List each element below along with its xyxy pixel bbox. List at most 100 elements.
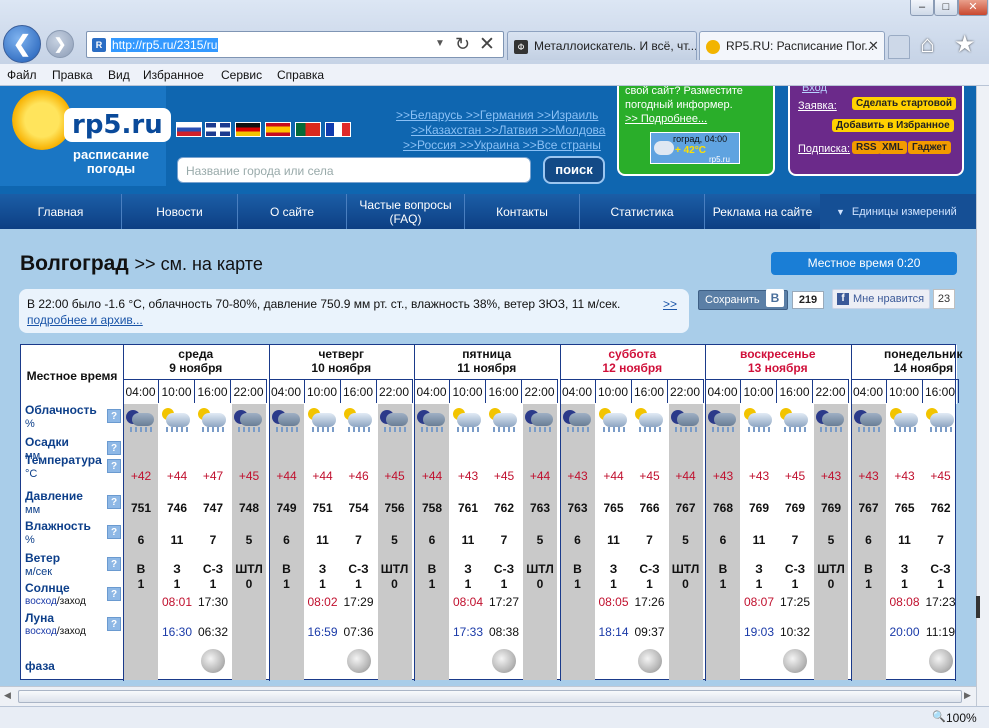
humidity-value: 11 bbox=[170, 533, 184, 547]
nav-statistics[interactable]: Статистика bbox=[580, 194, 705, 229]
close-tab-icon[interactable]: ✕ bbox=[868, 38, 879, 54]
humidity-value: 5 bbox=[245, 533, 253, 547]
help-icon[interactable]: ? bbox=[107, 557, 121, 571]
scroll-left-icon[interactable]: ◀ bbox=[4, 690, 11, 701]
favorites-star-icon[interactable]: ★ bbox=[954, 30, 976, 59]
help-icon[interactable]: ? bbox=[107, 587, 121, 601]
vertical-scrollbar[interactable] bbox=[976, 86, 989, 706]
map-link[interactable]: >> см. на карте bbox=[135, 254, 263, 274]
wind-speed: 1 bbox=[173, 576, 181, 591]
observation-more-arrow[interactable]: >> bbox=[663, 296, 677, 312]
nav-home[interactable]: Главная bbox=[0, 194, 122, 229]
flag-russia-icon[interactable] bbox=[176, 122, 202, 137]
sub-label-rise: восход bbox=[25, 626, 57, 637]
mini-informer[interactable]: гоград, 04:00 + 42°C rp5.ru bbox=[650, 132, 740, 164]
scrollbar-thumb[interactable] bbox=[18, 690, 962, 703]
hour-cell: 10:00 bbox=[741, 379, 777, 403]
moonset-time: 10:32 bbox=[779, 625, 811, 639]
horizontal-scrollbar[interactable]: ◀ ▶ bbox=[0, 686, 976, 706]
refresh-icon[interactable]: ↻ bbox=[455, 34, 470, 55]
rss-button[interactable]: RSS bbox=[852, 141, 881, 154]
nav-faq[interactable]: Частые вопросы (FAQ) bbox=[347, 194, 465, 229]
day-weekday: пятница bbox=[462, 347, 512, 361]
menu-help[interactable]: Справка bbox=[277, 68, 324, 82]
add-favorites-button[interactable]: Добавить в Избранное bbox=[832, 119, 954, 132]
country-links-row-1[interactable]: >>Беларусь >>Германия >>Израиль bbox=[396, 108, 598, 122]
web-page: rp5.ru расписание погоды Название города… bbox=[0, 86, 976, 686]
menu-tools[interactable]: Сервис bbox=[221, 68, 262, 82]
login-link[interactable]: Вход bbox=[802, 86, 827, 94]
rain-lines-icon bbox=[602, 427, 625, 432]
temp-value: +43 bbox=[820, 469, 842, 483]
flag-france-icon[interactable] bbox=[325, 122, 351, 137]
facebook-icon: f bbox=[837, 293, 849, 305]
rain-lines-icon bbox=[566, 427, 589, 432]
menu-favorites[interactable]: Избранное bbox=[143, 68, 204, 82]
help-icon[interactable]: ? bbox=[107, 525, 121, 539]
make-start-page-button[interactable]: Сделать стартовой bbox=[852, 97, 957, 110]
address-bar[interactable]: R http://rp5.ru/2315/ru ▼ ↻ ✕ bbox=[86, 31, 504, 58]
dropdown-icon[interactable]: ▼ bbox=[435, 38, 445, 49]
tab-label: RP5.RU: Расписание Пог... bbox=[726, 39, 875, 53]
home-icon[interactable]: ⌂ bbox=[920, 31, 935, 59]
flag-germany-icon[interactable] bbox=[235, 122, 261, 137]
nav-about[interactable]: О сайте bbox=[238, 194, 347, 229]
search-input[interactable]: Название города или села bbox=[177, 157, 531, 183]
help-icon[interactable]: ? bbox=[107, 441, 121, 455]
nav-news[interactable]: Новости bbox=[122, 194, 238, 229]
flag-portugal-icon[interactable] bbox=[295, 122, 321, 137]
forward-button[interactable]: ❯ bbox=[46, 30, 74, 58]
logo[interactable]: rp5.ru расписание погоды bbox=[0, 86, 171, 186]
help-icon[interactable]: ? bbox=[107, 495, 121, 509]
country-links-row-2[interactable]: >>Казахстан >>Латвия >>Молдова bbox=[411, 123, 605, 137]
moon-phase-icon bbox=[783, 649, 807, 673]
nav-contacts[interactable]: Контакты bbox=[465, 194, 580, 229]
menu-file[interactable]: Файл bbox=[7, 68, 37, 82]
xml-button[interactable]: XML bbox=[878, 141, 908, 154]
row-label-text: фаза bbox=[25, 659, 55, 673]
stop-icon[interactable]: ✕ bbox=[479, 33, 495, 56]
close-window-button[interactable]: ✕ bbox=[958, 0, 988, 16]
wind-speed: 1 bbox=[319, 576, 326, 591]
tab-metal-detector[interactable]: Ф Металлоискатель. И всё, чт... bbox=[507, 31, 697, 60]
hour-cell: 04:00 bbox=[414, 379, 450, 403]
tab-rp5[interactable]: RP5.RU: Расписание Пог... ✕ bbox=[699, 31, 885, 60]
vk-icon[interactable]: B bbox=[766, 289, 784, 307]
address-url[interactable]: http://rp5.ru/2315/ru bbox=[111, 38, 219, 52]
maximize-button[interactable]: □ bbox=[934, 0, 958, 16]
zoom-icon[interactable]: 🔍 bbox=[932, 710, 946, 723]
menu-view[interactable]: Вид bbox=[108, 68, 130, 82]
minimize-button[interactable]: – bbox=[910, 0, 934, 16]
informer-text-2: погодный информер. bbox=[625, 99, 733, 111]
temp-value: +43 bbox=[894, 469, 915, 483]
fb-like-button[interactable]: f Мне нравится bbox=[832, 289, 930, 309]
scrollbar-thumb[interactable] bbox=[976, 596, 980, 618]
help-icon[interactable]: ? bbox=[107, 617, 121, 631]
humidity-value: 6 bbox=[574, 533, 581, 547]
row-label-phase: фаза bbox=[25, 659, 55, 673]
new-tab-button[interactable] bbox=[888, 35, 910, 59]
scroll-right-icon[interactable]: ▶ bbox=[964, 690, 971, 701]
wind-speed: 1 bbox=[574, 576, 581, 591]
flag-spain-icon[interactable] bbox=[265, 122, 291, 137]
nav-advertising[interactable]: Реклама на сайте bbox=[705, 194, 820, 229]
rain-lines-icon bbox=[457, 427, 479, 432]
help-icon[interactable]: ? bbox=[107, 409, 121, 423]
wind-direction: С-З bbox=[202, 561, 224, 576]
gadget-button[interactable]: Гаджет bbox=[908, 141, 951, 154]
help-icon[interactable]: ? bbox=[107, 459, 121, 473]
observation-archive-link[interactable]: подробнее и архив... bbox=[27, 313, 143, 327]
back-button[interactable]: ❮ bbox=[3, 25, 41, 63]
vk-save-label: Сохранить bbox=[705, 294, 760, 306]
informer-more-link[interactable]: >> Подробнее... bbox=[625, 113, 707, 125]
temp-value: +43 bbox=[567, 469, 588, 483]
menu-edit[interactable]: Правка bbox=[52, 68, 93, 82]
country-links-row-3[interactable]: >>Россия >>Украина >>Все страны bbox=[403, 138, 601, 152]
search-button[interactable]: поиск bbox=[543, 156, 605, 184]
row-label-cloud: Облачность% bbox=[25, 403, 97, 431]
temp-value: +45 bbox=[639, 469, 660, 483]
zoom-level[interactable]: 100% bbox=[946, 711, 977, 725]
flag-uk-icon[interactable] bbox=[205, 122, 231, 137]
units-dropdown[interactable]: ▼ Единицы измерений bbox=[820, 194, 976, 229]
temp-value: +44 bbox=[603, 469, 624, 483]
